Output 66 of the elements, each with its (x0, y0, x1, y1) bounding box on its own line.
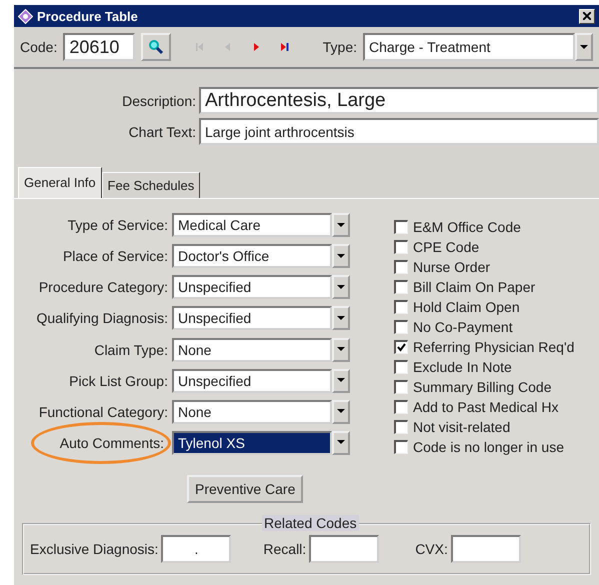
group-title: Related Codes (262, 515, 359, 531)
checkbox[interactable] (394, 300, 408, 314)
checkbox[interactable] (394, 260, 408, 274)
dropdown-field[interactable]: Unspecified (172, 368, 332, 393)
checkbox[interactable] (394, 380, 408, 394)
next-record-icon[interactable] (251, 41, 262, 53)
input-field[interactable]: . (161, 535, 232, 563)
field-label: Claim Type: (93, 342, 168, 358)
checkbox-label: Hold Claim Open (413, 299, 520, 315)
checkbox-label: E&M Office Code (413, 219, 521, 235)
type-label: Type: (322, 39, 357, 55)
checkbox[interactable] (394, 280, 408, 294)
close-button[interactable] (579, 8, 595, 24)
tab[interactable]: General Info (18, 167, 102, 198)
field-label: Type of Service: (66, 217, 168, 234)
close-icon (583, 12, 591, 20)
dropdown-field[interactable]: Tylenol XS (172, 430, 332, 455)
checkbox-label: Exclude In Note (413, 359, 512, 375)
input-field[interactable] (450, 535, 521, 563)
dropdown-field[interactable]: None (172, 400, 332, 424)
dropdown-field[interactable]: Medical Care (172, 213, 332, 238)
dropdown-field[interactable]: Doctor's Office (172, 244, 332, 268)
description-label: Description: (121, 92, 196, 108)
checkbox-label: No Co-Payment (413, 319, 513, 335)
dropdown-field[interactable]: Unspecified (172, 275, 332, 300)
checkbox[interactable] (394, 360, 408, 374)
field-label: Place of Service: (62, 248, 168, 264)
checkbox-label: Summary Billing Code (413, 379, 552, 395)
checkbox[interactable] (394, 400, 408, 414)
tab[interactable]: Fee Schedules (102, 172, 200, 198)
input-field[interactable] (309, 535, 380, 563)
field-label: Exclusive Diagnosis: (30, 541, 158, 557)
checkbox-label: Not visit-related (413, 419, 510, 435)
field-label: Functional Category: (38, 404, 168, 420)
field-label: Procedure Category: (38, 279, 168, 296)
diamond-icon (18, 8, 33, 24)
checkbox[interactable] (394, 220, 408, 234)
checkbox[interactable] (394, 320, 408, 334)
dropdown-field[interactable]: Unspecified (172, 306, 332, 330)
checkbox-label: Referring Physician Req'd (413, 339, 574, 355)
chart-text-field[interactable]: Large joint arthrocentsis (199, 118, 599, 145)
dropdown-field[interactable]: None (172, 338, 332, 362)
window-title: Procedure Table (37, 8, 139, 24)
checkbox-label: Bill Claim On Paper (413, 279, 536, 295)
type-dropdown[interactable]: Charge - Treatment (363, 33, 575, 61)
preventive-care-button[interactable]: Preventive Care (187, 475, 304, 503)
field-label: Recall: (263, 541, 306, 557)
checkbox-label: Nurse Order (413, 259, 490, 275)
checkbox[interactable] (394, 420, 408, 434)
search-button[interactable] (141, 33, 172, 61)
circled-field-label: Auto Comments: (30, 422, 171, 464)
checkbox[interactable] (394, 440, 408, 454)
code-label: Code: (20, 39, 58, 55)
field-label: Pick List Group: (68, 372, 168, 389)
checkbox-label: CPE Code (413, 239, 480, 255)
description-field[interactable]: Arthrocentesis, Large (199, 87, 599, 114)
checkbox[interactable] (394, 340, 408, 354)
field-label: Qualifying Diagnosis: (35, 310, 168, 326)
field-label: CVX: (415, 541, 448, 557)
search-icon (148, 39, 164, 55)
last-record-icon[interactable] (279, 41, 290, 53)
checkbox[interactable] (394, 240, 408, 254)
code-field[interactable]: 20610 (63, 33, 136, 61)
checkbox-label: Code is no longer in use (413, 439, 564, 455)
chart-text-label: Chart Text: (128, 124, 196, 140)
checkbox-label: Add to Past Medical Hx (413, 399, 559, 415)
